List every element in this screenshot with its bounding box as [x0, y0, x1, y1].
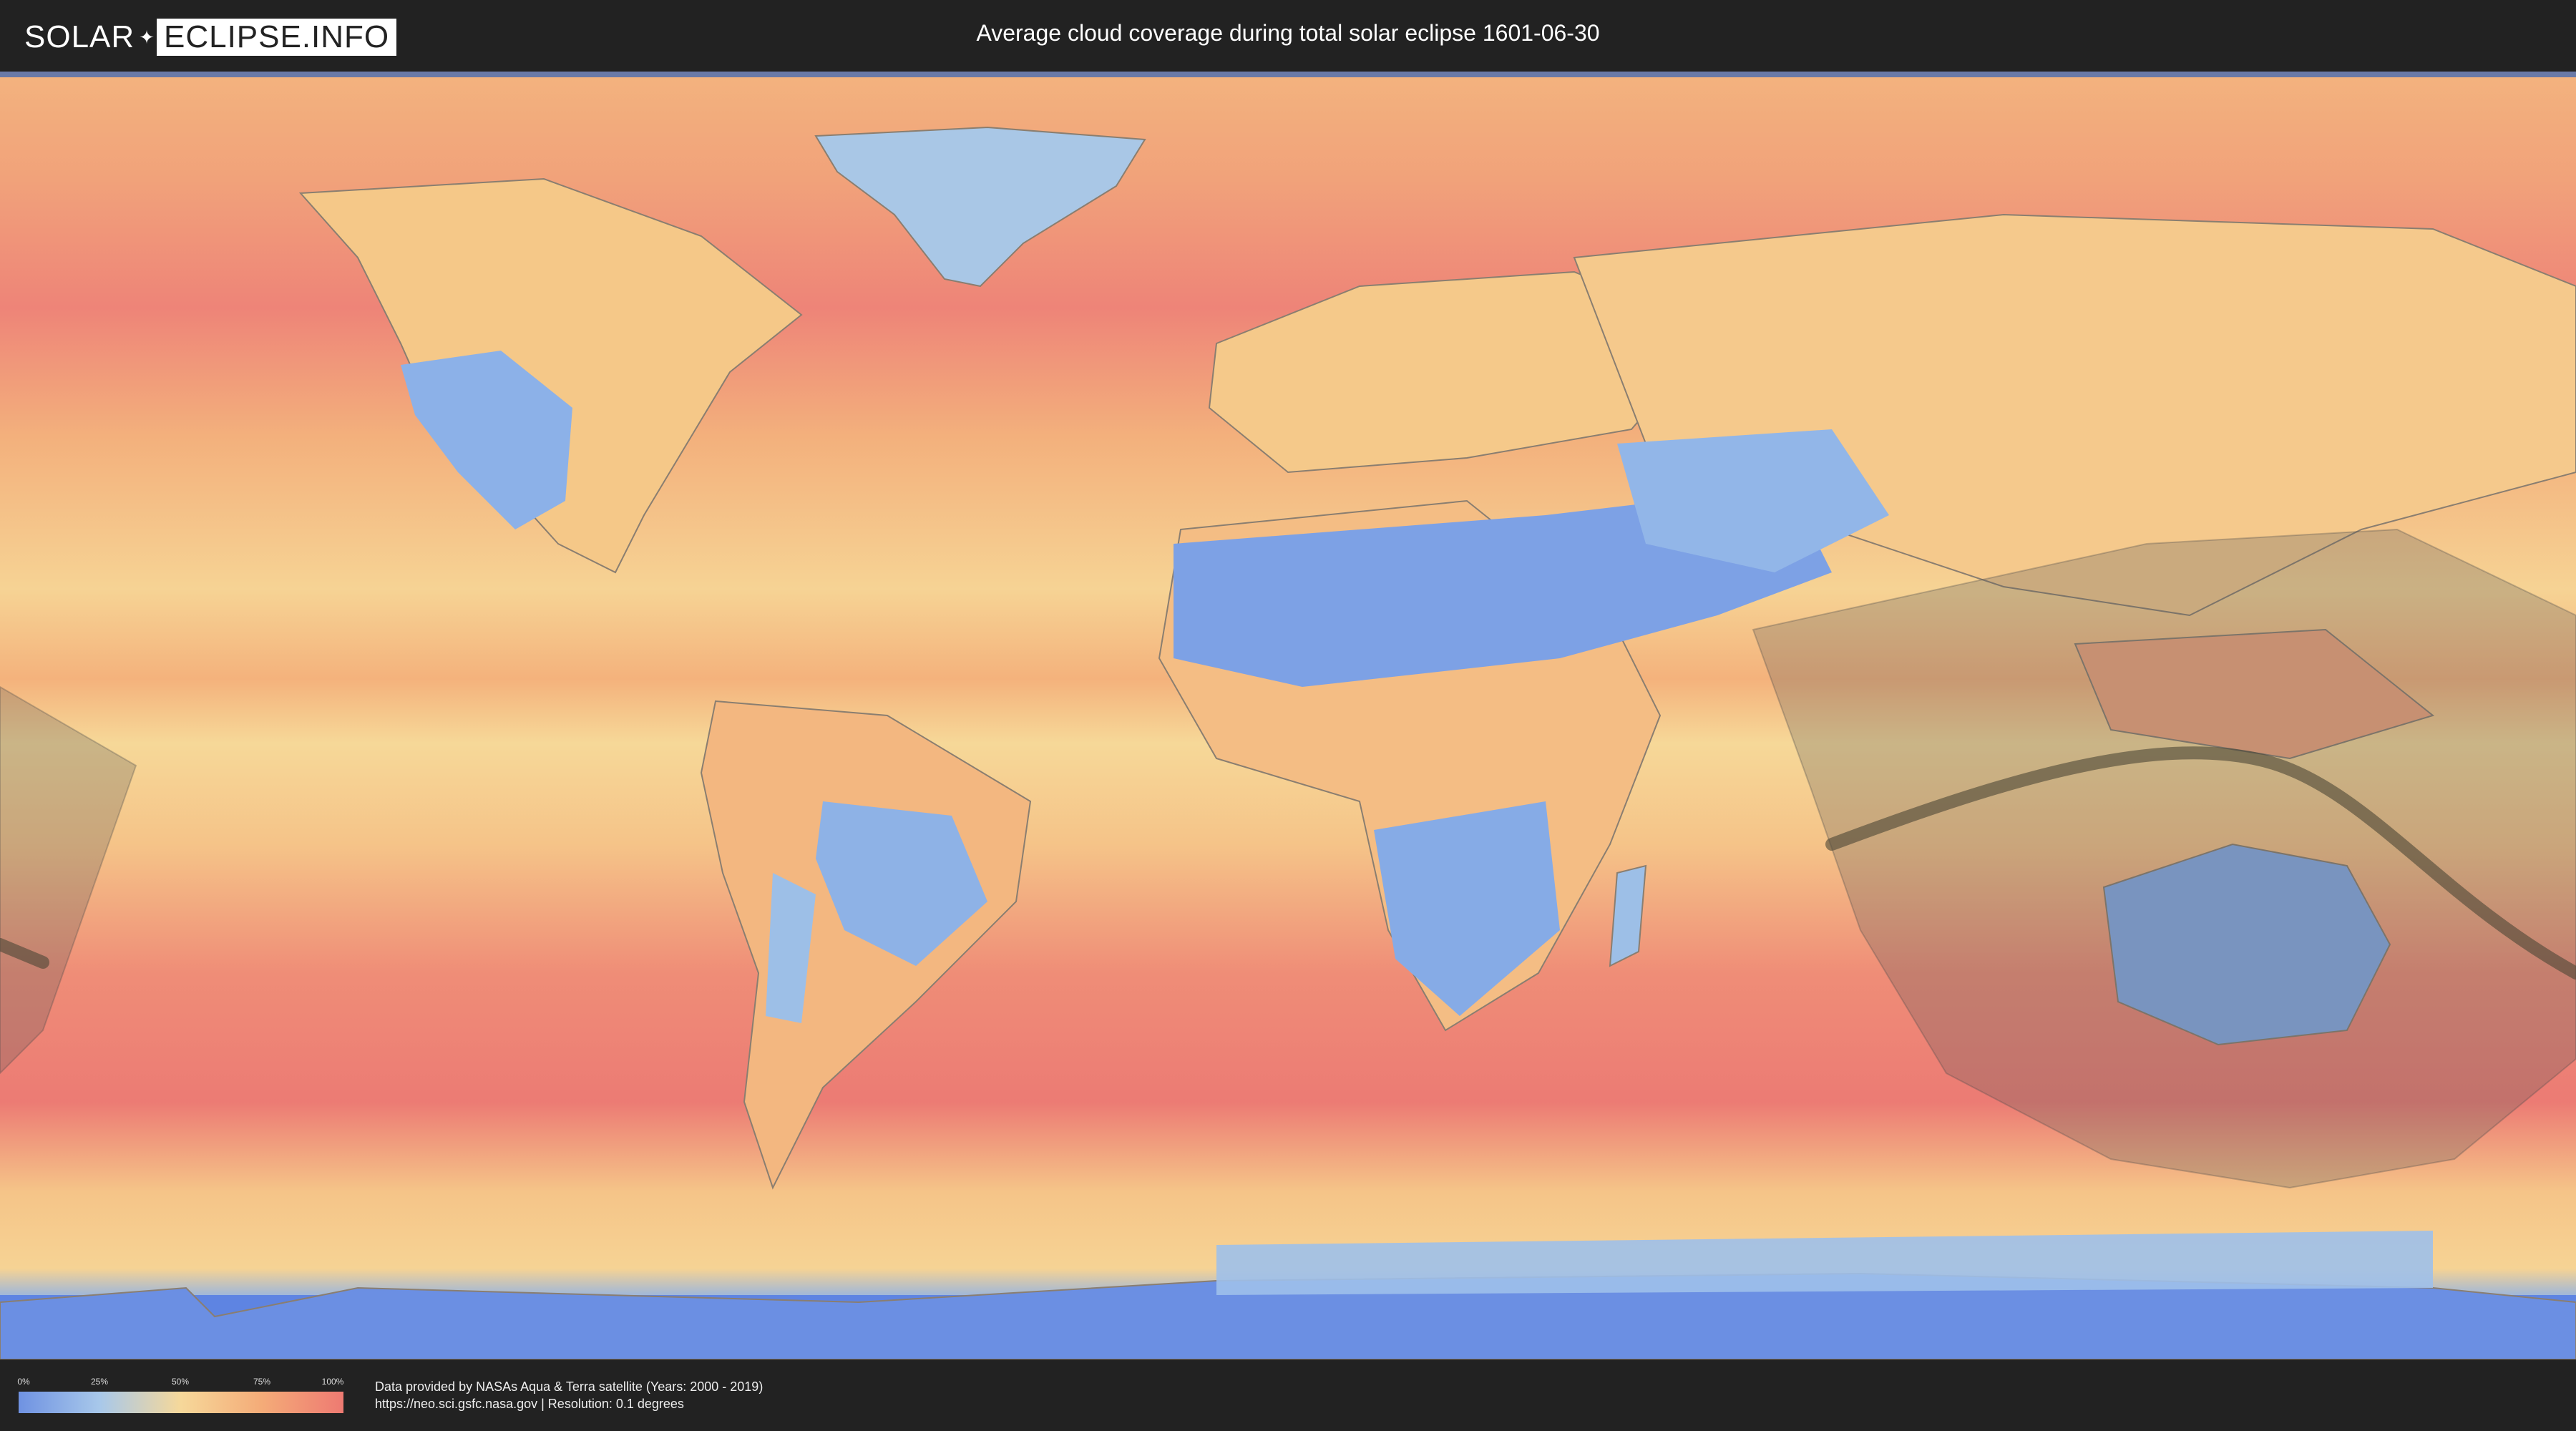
cloud-coverage-map[interactable] — [0, 72, 2576, 1359]
page-title: Average cloud coverage during total sola… — [976, 20, 1600, 46]
map-svg — [0, 72, 2576, 1359]
data-url-resolution-text: https://neo.sci.gsfc.nasa.gov | Resoluti… — [375, 1397, 684, 1411]
footer-bar: 0% 25% 50% 75% 100% Data provided by NAS… — [0, 1359, 2576, 1431]
legend-tick-25: 25% — [90, 1377, 109, 1387]
legend-tick-100: 100% — [321, 1377, 344, 1387]
legend-tick-75: 75% — [253, 1377, 271, 1387]
cloud-coverage-legend-bar — [19, 1392, 343, 1413]
map-top-edge — [0, 72, 2576, 77]
data-source-text: Data provided by NASAs Aqua & Terra sate… — [375, 1379, 763, 1394]
legend-tick-50: 50% — [171, 1377, 190, 1387]
legend-tick-0: 0% — [17, 1377, 30, 1387]
header-bar: SOLAR ✦ ECLIPSE.INFO Average cloud cover… — [0, 0, 2576, 72]
